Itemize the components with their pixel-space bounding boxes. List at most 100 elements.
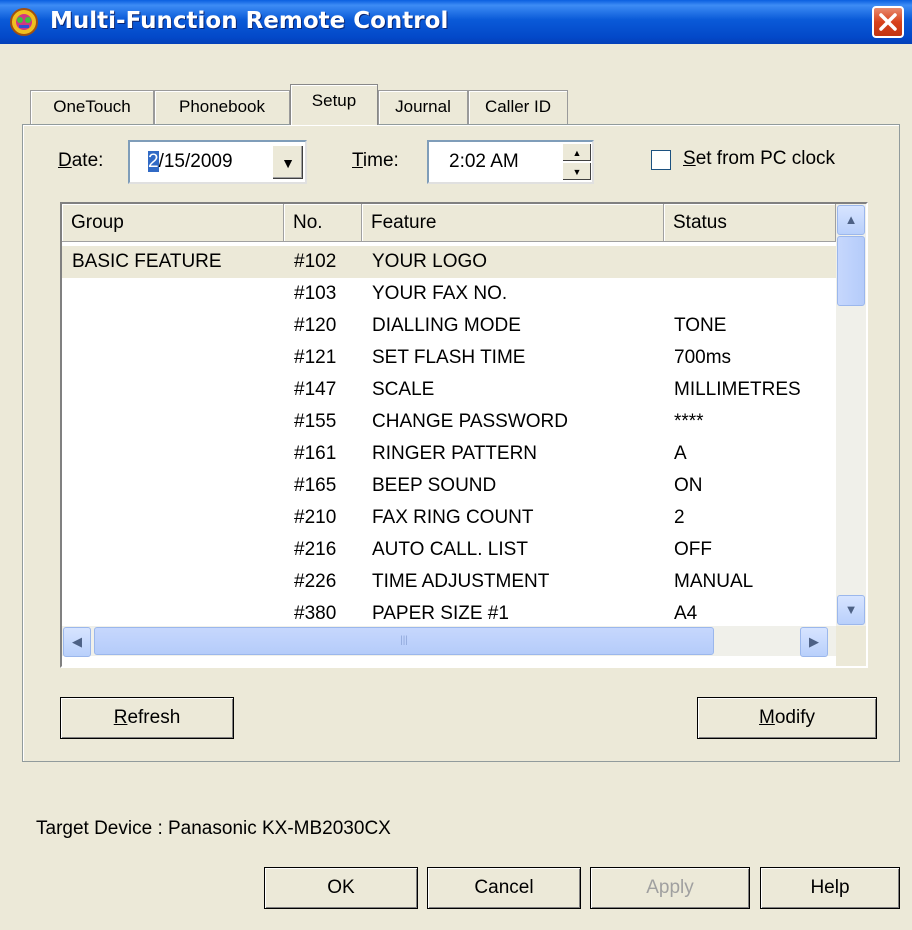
time-label: Time: xyxy=(352,150,399,171)
grip-icon: ||| xyxy=(400,635,408,646)
tab-onetouch[interactable]: OneTouch xyxy=(30,90,154,124)
cell-feature: FAX RING COUNT xyxy=(372,507,534,528)
cell-no: #103 xyxy=(294,283,337,304)
column-header-no[interactable]: No. xyxy=(284,204,362,242)
column-header-feature[interactable]: Feature xyxy=(362,204,664,242)
table-row[interactable]: #147 SCALE MILLIMETRES xyxy=(62,374,836,406)
help-button[interactable]: Help xyxy=(760,867,900,909)
horizontal-scrollbar[interactable]: ◀ ||| ▶ xyxy=(62,626,836,657)
time-spin-up-button[interactable]: ▲ xyxy=(562,143,592,162)
scroll-up-button[interactable]: ▲ xyxy=(837,205,865,235)
tab-journal[interactable]: Journal xyxy=(378,90,468,124)
cell-feature: DIALLING MODE xyxy=(372,315,521,336)
table-row[interactable]: #155 CHANGE PASSWORD **** xyxy=(62,406,836,438)
date-rest-part: /15/2009 xyxy=(158,151,233,172)
cell-status: A xyxy=(674,443,687,464)
target-device-text: Target Device : Panasonic KX-MB2030CX xyxy=(36,818,391,839)
cell-status: MILLIMETRES xyxy=(674,379,801,400)
refresh-button[interactable]: Refresh xyxy=(60,697,234,739)
date-value: 2/15/2009 xyxy=(148,151,233,173)
cell-no: #161 xyxy=(294,443,337,464)
tab-phonebook[interactable]: Phonebook xyxy=(154,90,290,124)
chevron-down-icon: ▼ xyxy=(844,602,858,617)
pc-clock-checkbox[interactable] xyxy=(651,150,671,170)
table-row[interactable]: #121 SET FLASH TIME 700ms xyxy=(62,342,836,374)
cancel-button-label: Cancel xyxy=(474,877,534,898)
cell-feature: RINGER PATTERN xyxy=(372,443,538,464)
horizontal-scroll-thumb[interactable]: ||| xyxy=(94,627,714,655)
cell-status: 2 xyxy=(674,507,685,528)
cell-status: **** xyxy=(674,411,704,432)
cell-status: 700ms xyxy=(674,347,732,368)
ok-button-label: OK xyxy=(327,877,355,898)
table-row[interactable]: #161 RINGER PATTERN A xyxy=(62,438,836,470)
table-row[interactable]: #226 TIME ADJUSTMENT MANUAL xyxy=(62,566,836,598)
cell-status: TONE xyxy=(674,315,727,336)
table-row[interactable]: BASIC FEATURE #102 YOUR LOGO xyxy=(62,246,836,278)
settings-list[interactable]: Group No. Feature Status BASIC FEATURE #1… xyxy=(60,202,868,668)
scroll-right-button[interactable]: ▶ xyxy=(800,627,828,657)
cell-feature: BEEP SOUND xyxy=(372,475,497,496)
chevron-down-icon: ▼ xyxy=(281,155,295,171)
cell-no: #121 xyxy=(294,347,337,368)
table-row[interactable]: #210 FAX RING COUNT 2 xyxy=(62,502,836,534)
cell-feature: SET FLASH TIME xyxy=(372,347,526,368)
cell-no: #120 xyxy=(294,315,337,336)
column-header-group[interactable]: Group xyxy=(62,204,284,242)
title-bar[interactable]: Multi-Function Remote Control xyxy=(0,0,912,44)
modify-button[interactable]: Modify xyxy=(697,697,877,739)
time-spin-down-button[interactable]: ▼ xyxy=(562,162,592,181)
table-row[interactable]: #120 DIALLING MODE TONE xyxy=(62,310,836,342)
cell-no: #216 xyxy=(294,539,337,560)
apply-button[interactable]: Apply xyxy=(590,867,750,909)
cell-no: #165 xyxy=(294,475,337,496)
cell-no: #147 xyxy=(294,379,337,400)
cell-feature: AUTO CALL. LIST xyxy=(372,539,528,560)
cell-no: #155 xyxy=(294,411,337,432)
chevron-right-icon: ▶ xyxy=(809,634,819,649)
date-label: Date: xyxy=(58,150,104,171)
cell-status: OFF xyxy=(674,539,712,560)
close-button[interactable] xyxy=(872,6,904,38)
cell-feature: SCALE xyxy=(372,379,435,400)
apply-button-label: Apply xyxy=(646,877,694,898)
tab-setup[interactable]: Setup xyxy=(290,84,378,125)
chevron-left-icon: ◀ xyxy=(72,634,82,649)
cell-no: #226 xyxy=(294,571,337,592)
table-row[interactable]: #103 YOUR FAX NO. xyxy=(62,278,836,310)
app-icon xyxy=(10,8,38,36)
tab-caller-id[interactable]: Caller ID xyxy=(468,90,568,124)
cell-feature: YOUR FAX NO. xyxy=(372,283,508,304)
vertical-scrollbar[interactable]: ▲ ▼ xyxy=(836,204,866,626)
table-row[interactable]: #216 AUTO CALL. LIST OFF xyxy=(62,534,836,566)
window-title: Multi-Function Remote Control xyxy=(50,8,449,34)
cell-status: ON xyxy=(674,475,703,496)
cell-no: #210 xyxy=(294,507,337,528)
time-value: 2:02 AM xyxy=(449,151,519,172)
cancel-button[interactable]: Cancel xyxy=(427,867,581,909)
chevron-up-icon: ▲ xyxy=(844,212,858,227)
modify-button-label: Modify xyxy=(759,707,815,728)
cell-status: MANUAL xyxy=(674,571,754,592)
scrollbar-corner xyxy=(836,626,866,666)
scroll-left-button[interactable]: ◀ xyxy=(63,627,91,657)
date-selected-part: 2 xyxy=(148,151,159,172)
column-header-status[interactable]: Status xyxy=(664,204,836,242)
ok-button[interactable]: OK xyxy=(264,867,418,909)
table-row[interactable]: #165 BEEP SOUND ON xyxy=(62,470,836,502)
list-header: Group No. Feature Status xyxy=(62,204,836,242)
refresh-button-label: Refresh xyxy=(113,707,181,728)
vertical-scroll-thumb[interactable] xyxy=(837,236,865,306)
cell-feature: CHANGE PASSWORD xyxy=(372,411,569,432)
cell-no: #102 xyxy=(294,251,337,272)
help-button-label: Help xyxy=(810,877,850,898)
pc-clock-label[interactable]: Set from PC clock xyxy=(683,148,835,170)
arrow-down-icon: ▼ xyxy=(572,167,582,177)
close-icon xyxy=(879,13,897,31)
date-dropdown-button[interactable]: ▼ xyxy=(272,145,304,180)
cell-group: BASIC FEATURE xyxy=(72,251,222,272)
cell-feature: TIME ADJUSTMENT xyxy=(372,571,550,592)
arrow-up-icon: ▲ xyxy=(572,148,582,158)
scroll-down-button[interactable]: ▼ xyxy=(837,595,865,625)
cell-feature: YOUR LOGO xyxy=(372,251,488,272)
